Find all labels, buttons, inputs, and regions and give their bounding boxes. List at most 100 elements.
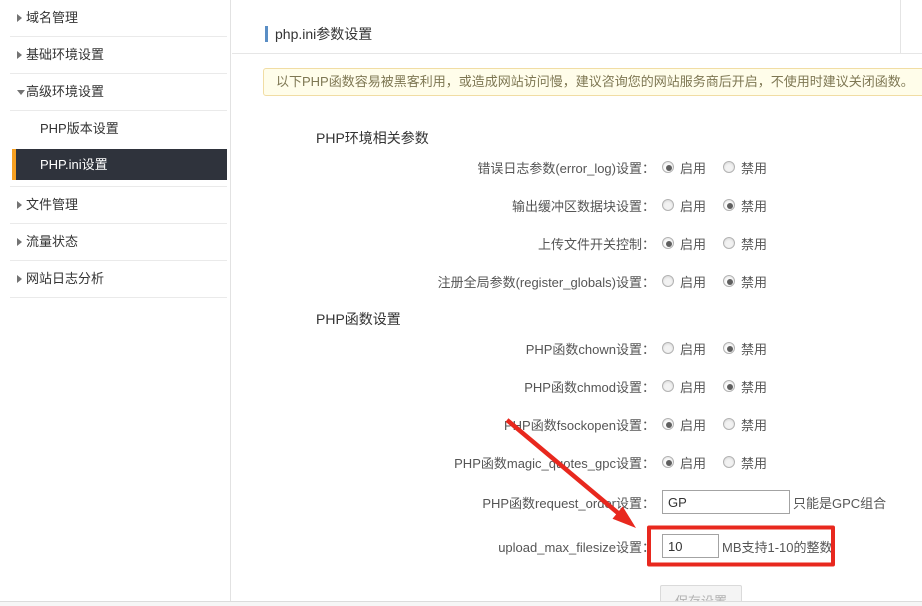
field-label: PHP函数chown设置：	[232, 339, 655, 358]
radio-button-enable[interactable]	[662, 456, 674, 468]
radio-button-enable[interactable]	[662, 418, 674, 430]
form-row-chmod: PHP函数chmod设置： 启用 禁用	[232, 367, 922, 405]
field-label: 输出缓冲区数据块设置：	[232, 196, 655, 215]
form-row-register-globals: 注册全局参数(register_globals)设置： 启用 禁用	[232, 262, 922, 300]
radio-button-disable[interactable]	[723, 199, 735, 211]
radio-option-disable: 禁用	[723, 272, 767, 291]
radio-label: 禁用	[741, 453, 767, 472]
radio-option-disable: 禁用	[723, 234, 767, 253]
sidebar-item-label: 基础环境设置	[26, 37, 104, 73]
radio-label: 启用	[680, 234, 706, 253]
sidebar-item-label: 域名管理	[26, 0, 78, 36]
radio-option-disable: 禁用	[723, 377, 767, 396]
radio-label: 启用	[680, 415, 706, 434]
panel-edge-line	[900, 0, 901, 53]
sidebar-item-traffic-status[interactable]: 流量状态	[10, 224, 227, 261]
radio-button-enable[interactable]	[662, 199, 674, 211]
form-row-file-uploads: 上传文件开关控制： 启用 禁用	[232, 224, 922, 262]
radio-button-disable[interactable]	[723, 237, 735, 249]
sidebar-subitem-php-version[interactable]: PHP版本设置	[0, 111, 230, 147]
radio-button-enable[interactable]	[662, 342, 674, 354]
radio-button-disable[interactable]	[723, 161, 735, 173]
field-hint: MB支持1-10的整数	[722, 537, 833, 556]
sidebar-subitem-label: PHP.ini设置	[40, 157, 108, 172]
radio-button-enable[interactable]	[662, 275, 674, 287]
field-label: upload_max_filesize设置：	[232, 537, 655, 556]
radio-button-disable[interactable]	[723, 418, 735, 430]
radio-label: 启用	[680, 453, 706, 472]
sidebar-subitem-label: PHP版本设置	[40, 121, 119, 136]
radio-label: 启用	[680, 339, 706, 358]
page-bottom-strip	[0, 602, 922, 606]
radio-button-disable[interactable]	[723, 456, 735, 468]
radio-label: 禁用	[741, 196, 767, 215]
sidebar-subitem-php-ini[interactable]: PHP.ini设置	[12, 149, 227, 180]
radio-label: 启用	[680, 196, 706, 215]
radio-option-disable: 禁用	[723, 453, 767, 472]
sidebar: 域名管理 基础环境设置 高级环境设置 PHP版本设置 PHP.ini设置 文件管…	[0, 0, 231, 601]
radio-option-disable: 禁用	[723, 339, 767, 358]
radio-option-disable: 禁用	[723, 415, 767, 434]
radio-option-disable: 禁用	[723, 158, 767, 177]
radio-option-enable: 启用	[662, 272, 706, 291]
field-hint: 只能是GPC组合	[793, 493, 886, 512]
radio-option-disable: 禁用	[723, 196, 767, 215]
form-row-error-log: 错误日志参数(error_log)设置： 启用 禁用	[232, 148, 922, 186]
section-heading-php-functions: PHP函数设置	[316, 309, 922, 329]
collapse-arrow-icon	[10, 238, 26, 246]
sidebar-item-label: 网站日志分析	[26, 261, 104, 297]
collapse-arrow-icon	[10, 14, 26, 22]
request-order-input[interactable]	[662, 490, 790, 514]
radio-label: 禁用	[741, 234, 767, 253]
main-content: php.ini参数设置 以下PHP函数容易被黑客利用，或造成网站访问慢，建议咨询…	[232, 0, 922, 601]
sidebar-item-domain-management[interactable]: 域名管理	[10, 0, 227, 37]
radio-option-enable: 启用	[662, 196, 706, 215]
radio-button-disable[interactable]	[723, 342, 735, 354]
radio-button-disable[interactable]	[723, 275, 735, 287]
form-row-fsockopen: PHP函数fsockopen设置： 启用 禁用	[232, 405, 922, 443]
field-label: PHP函数request_order设置：	[232, 493, 655, 512]
title-accent-bar	[265, 26, 268, 42]
radio-button-enable[interactable]	[662, 237, 674, 249]
sidebar-item-label: 流量状态	[26, 224, 78, 260]
radio-label: 禁用	[741, 158, 767, 177]
field-label: 上传文件开关控制：	[232, 234, 655, 253]
radio-button-enable[interactable]	[662, 380, 674, 392]
field-label: 注册全局参数(register_globals)设置：	[232, 272, 655, 291]
warning-banner: 以下PHP函数容易被黑客利用，或造成网站访问慢，建议咨询您的网站服务商后开启，不…	[263, 68, 922, 96]
radio-label: 禁用	[741, 339, 767, 358]
sidebar-item-label: 文件管理	[26, 187, 78, 223]
sidebar-item-site-log-analysis[interactable]: 网站日志分析	[10, 261, 227, 298]
radio-button-enable[interactable]	[662, 161, 674, 173]
radio-label: 启用	[680, 272, 706, 291]
sidebar-item-label: 高级环境设置	[26, 74, 104, 110]
form-row-request-order: PHP函数request_order设置： 只能是GPC组合	[232, 481, 922, 523]
radio-label: 启用	[680, 377, 706, 396]
upload-max-filesize-input[interactable]	[662, 534, 719, 558]
page-title: php.ini参数设置	[275, 24, 372, 44]
form-row-output-buffering: 输出缓冲区数据块设置： 启用 禁用	[232, 186, 922, 224]
collapse-arrow-icon	[10, 51, 26, 59]
radio-button-disable[interactable]	[723, 380, 735, 392]
collapse-arrow-icon	[10, 201, 26, 209]
header-divider	[232, 53, 922, 54]
radio-option-enable: 启用	[662, 339, 706, 358]
form-row-magic-quotes-gpc: PHP函数magic_quotes_gpc设置： 启用 禁用	[232, 443, 922, 481]
section-heading-php-env: PHP环境相关参数	[316, 128, 922, 148]
field-label: 错误日志参数(error_log)设置：	[232, 158, 655, 177]
radio-label: 禁用	[741, 415, 767, 434]
warning-text: 以下PHP函数容易被黑客利用，或造成网站访问慢，建议咨询您的网站服务商后开启，不…	[276, 74, 914, 89]
field-label: PHP函数magic_quotes_gpc设置：	[232, 453, 655, 472]
sidebar-item-file-management[interactable]: 文件管理	[10, 187, 227, 224]
field-label: PHP函数chmod设置：	[232, 377, 655, 396]
form-row-upload-max-filesize: upload_max_filesize设置： MB支持1-10的整数	[232, 523, 922, 569]
radio-label: 禁用	[741, 377, 767, 396]
collapse-arrow-icon	[10, 275, 26, 283]
radio-option-enable: 启用	[662, 377, 706, 396]
sidebar-item-basic-env[interactable]: 基础环境设置	[10, 37, 227, 74]
radio-label: 启用	[680, 158, 706, 177]
expand-arrow-icon	[10, 90, 26, 95]
page-header: php.ini参数设置	[232, 0, 922, 43]
sidebar-item-advanced-env[interactable]: 高级环境设置	[10, 74, 227, 111]
php-ini-settings-page: 域名管理 基础环境设置 高级环境设置 PHP版本设置 PHP.ini设置 文件管…	[0, 0, 922, 606]
